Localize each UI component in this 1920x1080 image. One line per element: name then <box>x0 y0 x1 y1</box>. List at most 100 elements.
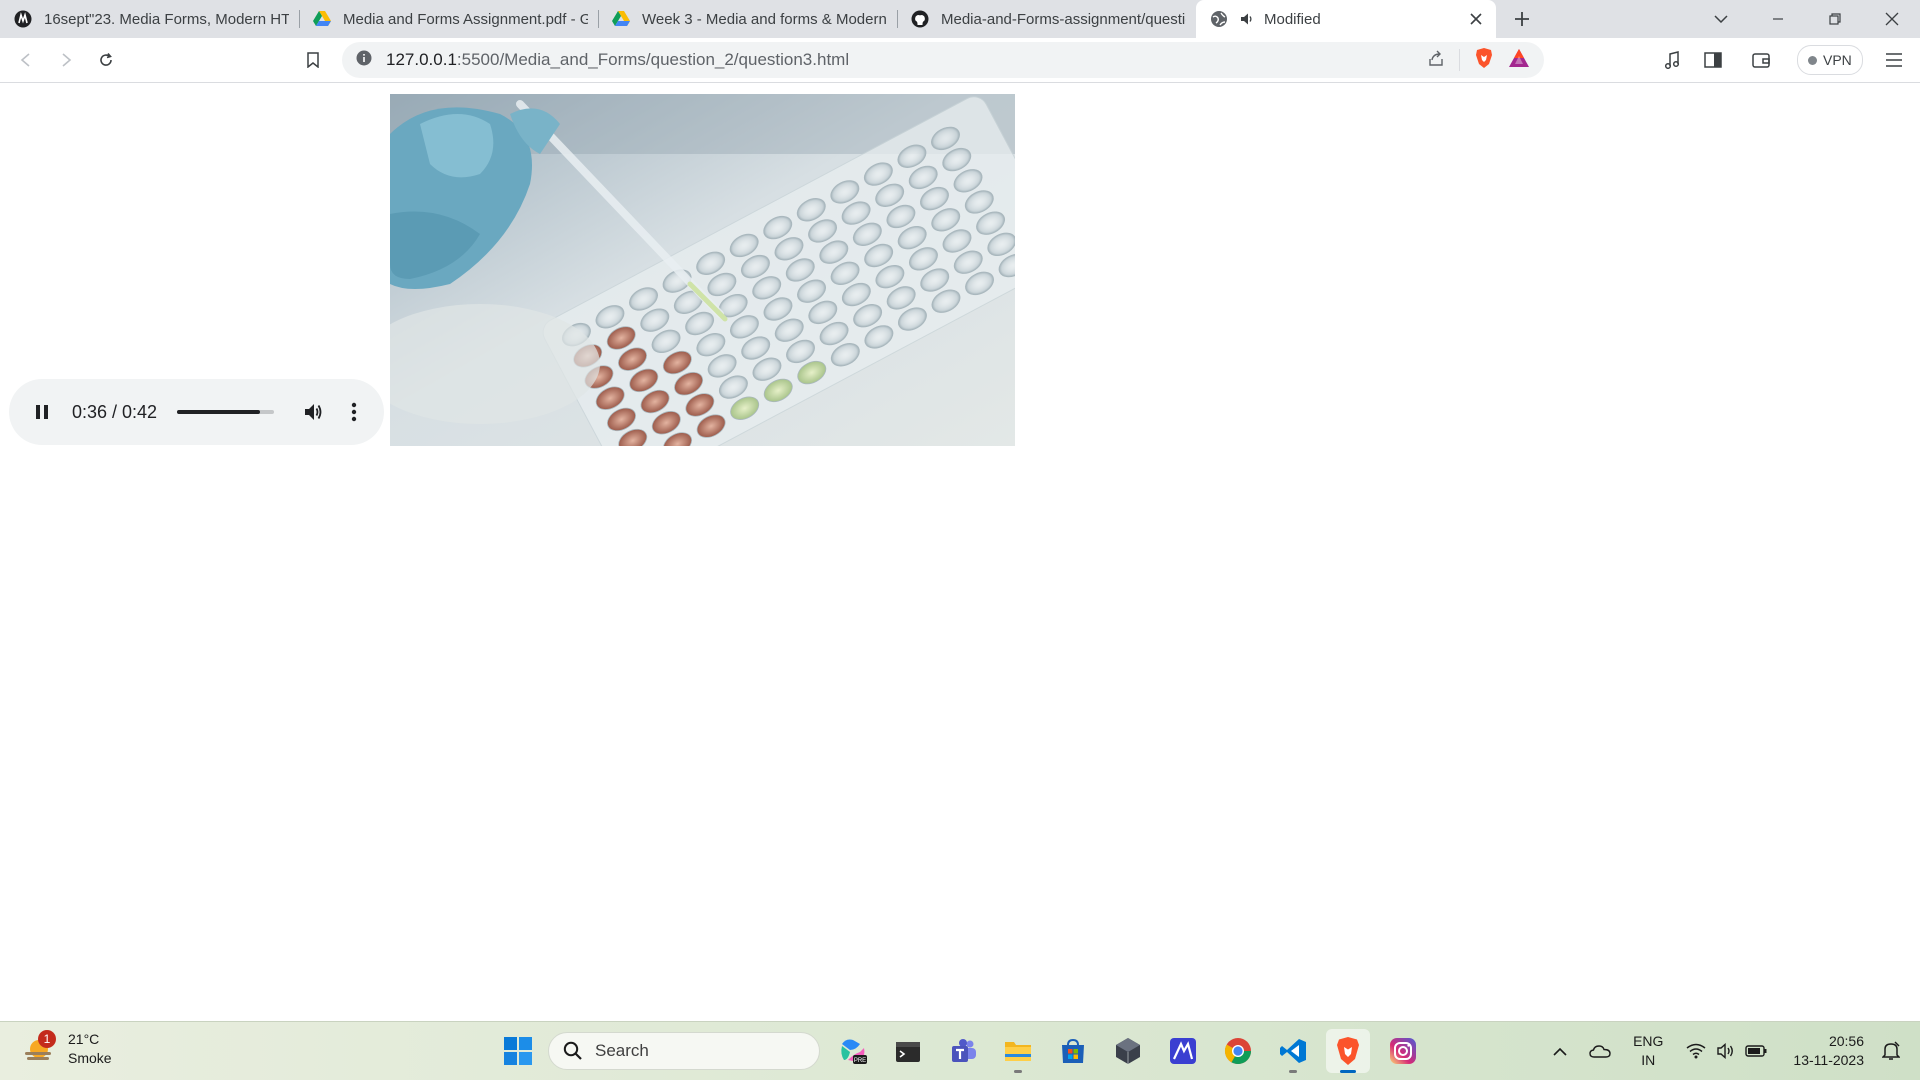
taskbar-center: Search PRE <box>496 1029 1425 1073</box>
notifications-icon[interactable] <box>1876 1041 1906 1061</box>
plus-icon <box>1515 12 1529 26</box>
weather-alert-badge: 1 <box>38 1030 56 1048</box>
copilot-icon[interactable]: PRE <box>831 1029 875 1073</box>
close-window-button[interactable] <box>1863 0 1920 38</box>
running-indicator <box>1340 1070 1356 1073</box>
ai-app-icon[interactable] <box>1161 1029 1205 1073</box>
language-code: ENG <box>1633 1033 1664 1049</box>
app-logo-icon <box>14 10 32 28</box>
windows-logo-icon <box>504 1037 532 1065</box>
tab-4[interactable]: Media-and-Forms-assignment/questio <box>897 0 1196 38</box>
menu-button[interactable] <box>1874 42 1914 78</box>
language-indicator[interactable]: ENG IN <box>1633 1032 1663 1070</box>
speaker-icon[interactable] <box>1711 1043 1741 1059</box>
media-button[interactable] <box>1652 42 1692 78</box>
bookmark-icon <box>307 52 319 68</box>
close-tab-icon[interactable] <box>1466 9 1486 29</box>
tab-strip: 16sept"23. Media Forms, Modern HTM Media… <box>0 0 1920 38</box>
reload-button[interactable] <box>86 42 126 78</box>
sidebar-button[interactable] <box>1693 42 1733 78</box>
globe-icon <box>1210 10 1228 28</box>
pause-icon <box>36 405 49 419</box>
wallet-icon <box>1752 53 1770 68</box>
volume-button[interactable] <box>298 396 329 428</box>
tab-title: Modified <box>1264 10 1321 28</box>
chevron-up-icon <box>1553 1047 1567 1056</box>
share-icon[interactable] <box>1427 49 1445 72</box>
audio-time-display: 0:36 / 0:42 <box>71 401 158 422</box>
tab-title: Week 3 - Media and forms & Modern <box>642 10 887 28</box>
tab-5-active[interactable]: Modified <box>1196 0 1496 38</box>
start-button[interactable] <box>496 1029 540 1073</box>
pause-button[interactable] <box>27 396 58 428</box>
tab-title: Media-and-Forms-assignment/questio <box>941 10 1186 28</box>
tab-3[interactable]: Week 3 - Media and forms & Modern <box>598 0 897 38</box>
instagram-icon[interactable] <box>1381 1029 1425 1073</box>
divider <box>1459 49 1460 71</box>
window-controls <box>1692 0 1920 38</box>
clock-time: 20:56 <box>1828 1033 1864 1049</box>
tab-2[interactable]: Media and Forms Assignment.pdf - Go <box>299 0 598 38</box>
running-indicator <box>1289 1070 1297 1073</box>
sidebar-icon <box>1704 52 1722 68</box>
system-clock[interactable]: 20:56 13-11-2023 <box>1793 1032 1864 1070</box>
onedrive-icon[interactable] <box>1585 1044 1615 1058</box>
tab-search-button[interactable] <box>1692 0 1749 38</box>
audio-progress-slider[interactable] <box>177 410 274 414</box>
system-tray: ENG IN 20:56 13-11-2023 <box>1535 1022 1920 1080</box>
audio-playing-icon[interactable] <box>1240 10 1254 28</box>
tab-title: 16sept"23. Media Forms, Modern HTM <box>44 10 289 28</box>
weather-condition: Smoke <box>68 1050 112 1066</box>
show-hidden-icons-button[interactable] <box>1545 1047 1575 1056</box>
back-button[interactable] <box>6 42 46 78</box>
teams-icon[interactable] <box>941 1029 985 1073</box>
chevron-down-icon <box>1713 15 1728 23</box>
weather-temperature: 21°C <box>68 1031 100 1047</box>
vpn-label: VPN <box>1823 52 1852 68</box>
info-icon[interactable] <box>356 50 372 71</box>
wallet-button[interactable] <box>1741 42 1781 78</box>
search-placeholder: Search <box>595 1041 649 1060</box>
app-cube-icon[interactable] <box>1106 1029 1150 1073</box>
battery-icon[interactable] <box>1741 1045 1771 1057</box>
running-indicator <box>1014 1070 1022 1073</box>
brave-shields-icon[interactable] <box>1474 47 1494 74</box>
vertical-dots-icon <box>352 402 357 422</box>
back-arrow-icon <box>20 53 30 67</box>
chrome-icon[interactable] <box>1216 1029 1260 1073</box>
video-player[interactable] <box>390 94 1015 446</box>
search-icon <box>563 1041 582 1060</box>
address-bar[interactable]: 127.0.0.1:5500/Media_and_Forms/question_… <box>342 42 1544 78</box>
clock-date: 13-11-2023 <box>1793 1052 1864 1068</box>
lab-pipette-video-frame <box>390 94 1015 446</box>
tab-1[interactable]: 16sept"23. Media Forms, Modern HTM <box>0 0 299 38</box>
vpn-button[interactable]: VPN <box>1797 45 1863 75</box>
forward-arrow-icon <box>62 53 72 67</box>
vscode-icon[interactable] <box>1271 1029 1315 1073</box>
tab-title: Media and Forms Assignment.pdf - Go <box>343 10 588 28</box>
browser-toolbar: 127.0.0.1:5500/Media_and_Forms/question_… <box>0 38 1920 83</box>
brave-icon[interactable] <box>1326 1029 1370 1073</box>
language-region: IN <box>1641 1052 1656 1068</box>
bookmark-button[interactable] <box>293 42 333 78</box>
svg-text:PRE: PRE <box>854 1058 866 1064</box>
file-explorer-icon[interactable] <box>996 1029 1040 1073</box>
weather-widget[interactable]: 1 21°C Smoke <box>22 1030 112 1068</box>
forward-button[interactable] <box>46 42 86 78</box>
taskbar-search-box[interactable]: Search <box>548 1032 820 1070</box>
more-options-button[interactable] <box>343 396 366 428</box>
restore-button[interactable] <box>1806 0 1863 38</box>
google-drive-icon <box>612 10 630 28</box>
github-icon <box>911 10 929 28</box>
restore-icon <box>1828 13 1841 25</box>
terminal-icon[interactable] <box>886 1029 930 1073</box>
store-icon[interactable] <box>1051 1029 1095 1073</box>
minimize-button[interactable] <box>1749 0 1806 38</box>
brave-rewards-icon[interactable] <box>1508 48 1530 73</box>
wifi-icon[interactable] <box>1681 1043 1711 1059</box>
page-content: 0:36 / 0:42 <box>0 83 1920 1021</box>
audio-player[interactable]: 0:36 / 0:42 <box>9 379 384 445</box>
new-tab-button[interactable] <box>1502 0 1542 38</box>
minimize-icon <box>1772 18 1783 20</box>
url-text: 127.0.0.1:5500/Media_and_Forms/question_… <box>386 50 850 69</box>
